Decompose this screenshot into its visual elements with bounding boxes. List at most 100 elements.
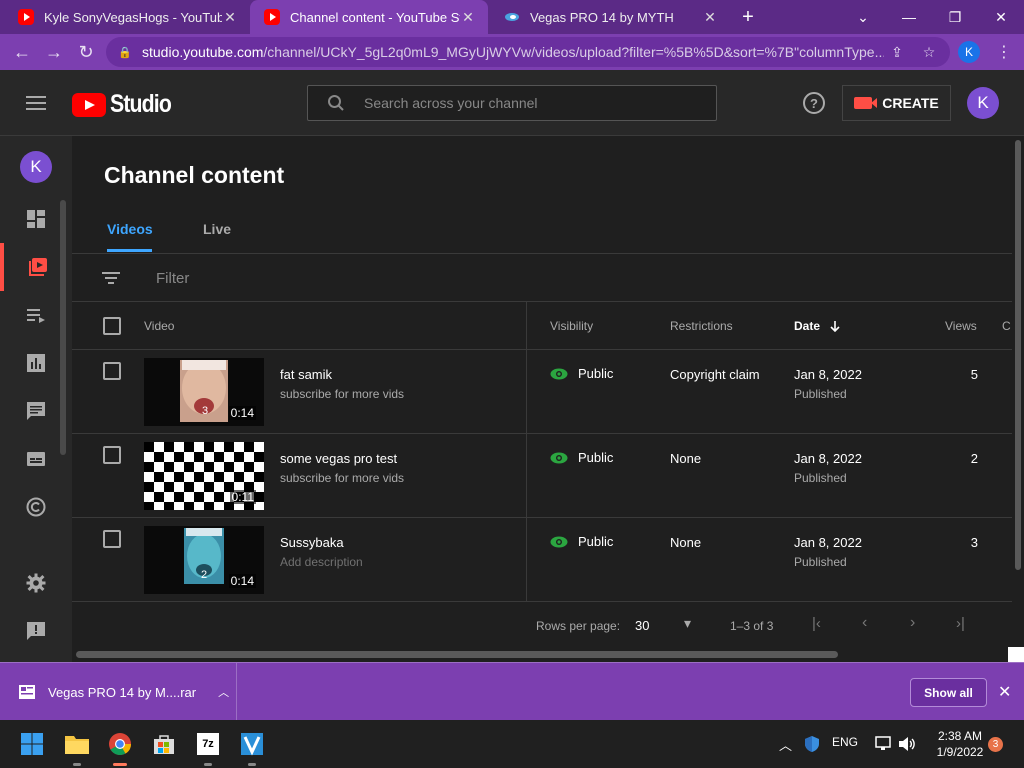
next-page-icon[interactable]: › (910, 614, 915, 632)
create-label: CREATE (882, 95, 939, 111)
video-title[interactable]: fat samik (280, 367, 332, 382)
eye-icon (550, 536, 568, 547)
search-input[interactable] (364, 95, 694, 111)
column-visibility[interactable]: Visibility (550, 319, 593, 333)
url-bar[interactable]: 🔒 studio.youtube.com/channel/UCkY_5gL2q0… (106, 37, 950, 67)
minimize-button[interactable]: — (886, 0, 932, 34)
browser-tab-vegas-pro[interactable]: Vegas PRO 14 by MYTH ✕ (490, 0, 730, 34)
forward-button[interactable]: → (38, 36, 70, 68)
download-item[interactable]: Vegas PRO 14 by M....rar ︿ (0, 663, 237, 721)
share-icon[interactable]: ⇪ (886, 41, 908, 63)
date-cell: Jan 8, 2022 (794, 535, 862, 550)
tab-search-icon[interactable]: ⌄ (840, 0, 886, 34)
table-row[interactable]: 0:11 some vegas pro test subscribe for m… (72, 434, 1012, 518)
tab-videos[interactable]: Videos (107, 221, 153, 237)
visibility-cell[interactable]: Public (550, 366, 613, 381)
analytics-icon (27, 354, 45, 372)
input-language[interactable]: ENG (832, 735, 858, 749)
video-title[interactable]: Sussybaka (280, 535, 344, 550)
table-row[interactable]: 2 0:14 Sussybaka Add description Public … (72, 518, 1012, 602)
column-views[interactable]: Views (945, 319, 977, 333)
select-all-checkbox[interactable] (103, 317, 121, 335)
rail-item-copyright[interactable] (0, 483, 72, 531)
filter-input[interactable]: Filter (156, 270, 189, 287)
rail-item-feedback[interactable] (0, 607, 72, 655)
video-title[interactable]: some vegas pro test (280, 451, 397, 466)
notification-badge[interactable]: 3 (988, 737, 1003, 752)
taskbar-7zip[interactable]: 7z (192, 728, 224, 766)
tab-live[interactable]: Live (203, 221, 231, 237)
start-button[interactable] (16, 728, 48, 760)
sort-down-arrow-icon (830, 321, 840, 333)
close-tab-icon[interactable]: ✕ (702, 9, 718, 26)
defender-shield-icon[interactable] (803, 735, 821, 753)
column-restrictions[interactable]: Restrictions (670, 319, 733, 333)
bookmark-star-icon[interactable]: ☆ (918, 41, 940, 63)
create-button[interactable]: CREATE (842, 85, 951, 121)
prev-page-icon[interactable]: ‹ (862, 614, 867, 632)
rail-item-settings[interactable] (0, 559, 72, 607)
visibility-cell[interactable]: Public (550, 534, 613, 549)
video-thumbnail[interactable]: 2 0:14 (144, 526, 264, 594)
browser-tab-channel-content[interactable]: Channel content - YouTube Studio ✕ (250, 0, 488, 34)
rail-scrollbar[interactable] (60, 200, 66, 455)
visibility-cell[interactable]: Public (550, 450, 613, 465)
taskbar-chrome[interactable] (104, 728, 136, 766)
new-tab-button[interactable]: + (730, 0, 766, 34)
browser-profile-avatar[interactable]: K (958, 41, 980, 63)
taskbar-file-explorer[interactable] (61, 728, 93, 766)
channel-search[interactable] (307, 85, 717, 121)
help-icon[interactable]: ? (803, 92, 825, 114)
studio-logo[interactable]: Studio (72, 90, 182, 119)
column-comments[interactable]: C (1002, 319, 1011, 333)
chevron-up-icon[interactable]: ︿ (218, 684, 229, 700)
system-clock[interactable]: 2:38 AM 1/9/2022 (930, 728, 990, 760)
video-thumbnail[interactable]: 0:11 (144, 442, 264, 510)
close-tab-icon[interactable]: ✕ (460, 9, 476, 26)
browser-tab-youtube-channel[interactable]: Kyle SonyVegasHogs - YouTube ✕ (4, 0, 250, 34)
column-date[interactable]: Date (794, 319, 841, 333)
speaker-icon[interactable] (898, 736, 916, 752)
reload-button[interactable]: ↻ (70, 36, 102, 68)
first-page-icon[interactable]: |‹ (812, 615, 821, 632)
row-checkbox[interactable] (103, 362, 121, 380)
taskbar-store[interactable] (148, 728, 180, 760)
last-page-icon[interactable]: ›| (956, 615, 965, 632)
content-icon (29, 258, 47, 276)
eye-icon (550, 452, 568, 463)
tray-overflow-chevron-icon[interactable]: ︿ (779, 735, 792, 754)
show-all-button[interactable]: Show all (910, 678, 987, 707)
close-window-button[interactable]: ✕ (978, 0, 1024, 34)
scrollbar-thumb[interactable] (1015, 140, 1021, 570)
playlists-icon (27, 309, 45, 323)
video-description[interactable]: Add description (280, 555, 363, 569)
close-tab-icon[interactable]: ✕ (222, 9, 238, 26)
menu-icon[interactable] (26, 96, 46, 110)
page-vertical-scrollbar[interactable] (1012, 136, 1024, 662)
video-thumbnail[interactable]: 3 0:14 (144, 358, 264, 426)
restrictions-cell[interactable]: Copyright claim (670, 367, 760, 382)
table-horizontal-scrollbar[interactable] (76, 651, 838, 658)
taskbar-vegas[interactable] (236, 728, 268, 766)
table-header: Video Visibility Restrictions Date Views… (72, 302, 1012, 350)
feedback-icon (27, 622, 45, 640)
close-download-bar-icon[interactable]: ✕ (998, 682, 1011, 702)
copyright-icon (26, 497, 46, 517)
row-checkbox[interactable] (103, 530, 121, 548)
rows-per-page-select[interactable]: 30 (635, 618, 649, 633)
network-icon[interactable] (874, 736, 892, 752)
site-favicon-icon (505, 13, 519, 21)
restore-button[interactable]: ❐ (932, 0, 978, 34)
caret-down-icon[interactable]: ▾ (684, 615, 691, 632)
filter-icon[interactable] (102, 272, 120, 284)
date-status: Published (794, 555, 847, 569)
row-checkbox[interactable] (103, 446, 121, 464)
visibility-label: Public (578, 450, 614, 465)
account-avatar[interactable]: K (967, 87, 999, 119)
channel-avatar[interactable]: K (20, 151, 52, 183)
browser-menu-icon[interactable]: ⋮ (996, 42, 1012, 62)
filter-bar[interactable]: Filter (72, 253, 1012, 302)
dashboard-icon (27, 210, 45, 228)
back-button[interactable]: ← (6, 36, 38, 68)
table-row[interactable]: 3 0:14 fat samik subscribe for more vids… (72, 350, 1012, 434)
